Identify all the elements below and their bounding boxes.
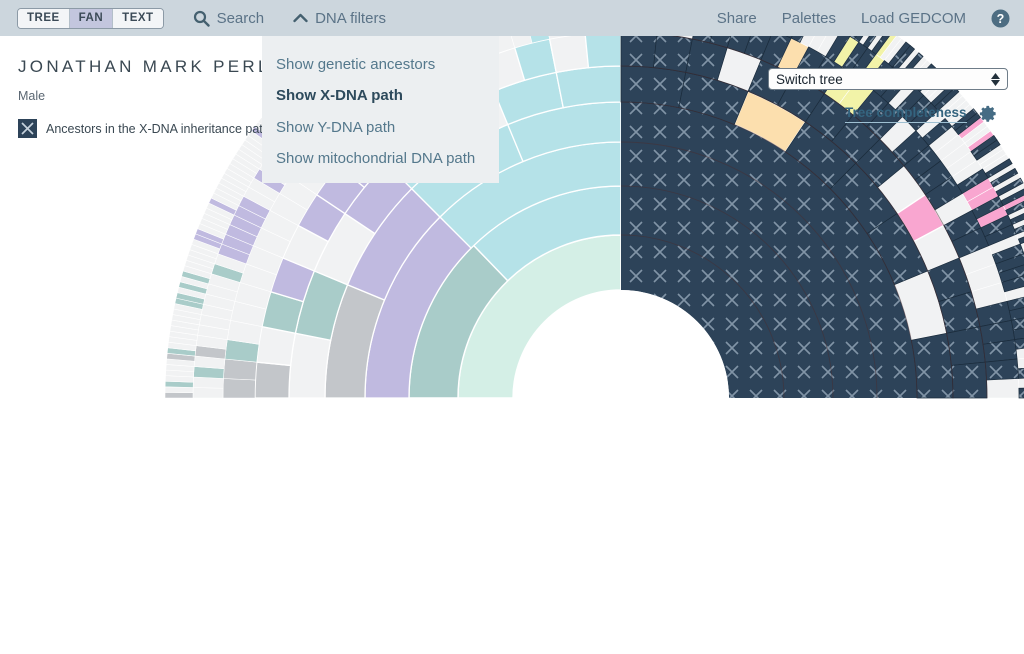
x-dna-path-segment[interactable] xyxy=(984,358,1019,381)
fan-segment[interactable] xyxy=(222,378,256,399)
menu-item-show-x-dna-path[interactable]: Show X-DNA path xyxy=(262,80,499,111)
search-button[interactable]: Search xyxy=(193,9,265,27)
x-hatch-swatch-icon xyxy=(18,119,37,138)
x-dna-path-segment[interactable] xyxy=(1018,387,1024,399)
search-icon xyxy=(193,10,210,27)
fan-segment[interactable] xyxy=(254,361,292,399)
tree-completeness-row: Tree completeness xyxy=(845,104,998,123)
x-dna-path-segment[interactable] xyxy=(910,332,954,399)
switch-tree-select[interactable]: Switch tree xyxy=(768,68,1008,90)
dna-filters-label: DNA filters xyxy=(315,9,386,27)
fan-segment[interactable] xyxy=(584,31,622,69)
search-label: Search xyxy=(216,9,265,27)
fan-segment[interactable] xyxy=(555,65,622,109)
menu-item-show-y-dna-path[interactable]: Show Y-DNA path xyxy=(262,112,499,143)
switch-tree-label: Switch tree xyxy=(776,71,843,87)
view-mode-tree[interactable]: TREE xyxy=(18,8,70,28)
fan-segment[interactable] xyxy=(192,376,224,389)
view-mode-text[interactable]: TEXT xyxy=(113,8,163,28)
dna-filters-button[interactable]: DNA filters xyxy=(293,10,386,27)
fan-segment[interactable] xyxy=(986,378,1020,399)
x-dna-path-segment[interactable] xyxy=(620,31,658,68)
fan-segment[interactable] xyxy=(288,332,332,399)
x-dna-path-segment[interactable] xyxy=(946,326,986,366)
gear-icon[interactable] xyxy=(979,104,998,123)
view-mode-toggle[interactable]: TREE FAN TEXT xyxy=(17,7,164,29)
fan-center-hole xyxy=(513,290,729,506)
x-dna-legend-label: Ancestors in the X-DNA inheritance path xyxy=(46,121,270,136)
x-dna-path-segment[interactable] xyxy=(1017,367,1024,379)
fan-chart-app: TREE FAN TEXT Search DNA filters Share P… xyxy=(0,0,1024,654)
top-toolbar-right: Share Palettes Load GEDCOM ? xyxy=(717,9,1010,28)
top-toolbar: TREE FAN TEXT Search DNA filters Share P… xyxy=(0,0,1024,36)
chevron-up-icon xyxy=(293,13,308,22)
x-dna-path-segment[interactable] xyxy=(620,65,687,109)
fan-segment[interactable] xyxy=(164,392,194,399)
tree-completeness-link[interactable]: Tree completeness xyxy=(845,105,967,123)
share-button[interactable]: Share xyxy=(717,10,757,27)
dna-filters-menu[interactable]: Show genetic ancestors Show X-DNA path S… xyxy=(262,36,499,183)
svg-text:?: ? xyxy=(997,12,1005,26)
palettes-button[interactable]: Palettes xyxy=(782,10,836,27)
load-gedcom-button[interactable]: Load GEDCOM xyxy=(861,10,966,27)
fan-segment[interactable] xyxy=(548,33,590,74)
view-mode-fan[interactable]: FAN xyxy=(69,8,114,28)
fan-segment[interactable] xyxy=(164,386,194,394)
fan-segment[interactable] xyxy=(192,387,224,399)
menu-item-show-genetic-ancestors[interactable]: Show genetic ancestors xyxy=(262,49,499,80)
fan-segment[interactable] xyxy=(223,358,258,381)
updown-spinner-icon xyxy=(991,72,1000,86)
help-circle-icon[interactable]: ? xyxy=(991,9,1010,28)
x-dna-path-segment[interactable] xyxy=(951,361,988,399)
menu-item-show-mitochondrial-dna-path[interactable]: Show mitochondrial DNA path xyxy=(262,143,499,174)
